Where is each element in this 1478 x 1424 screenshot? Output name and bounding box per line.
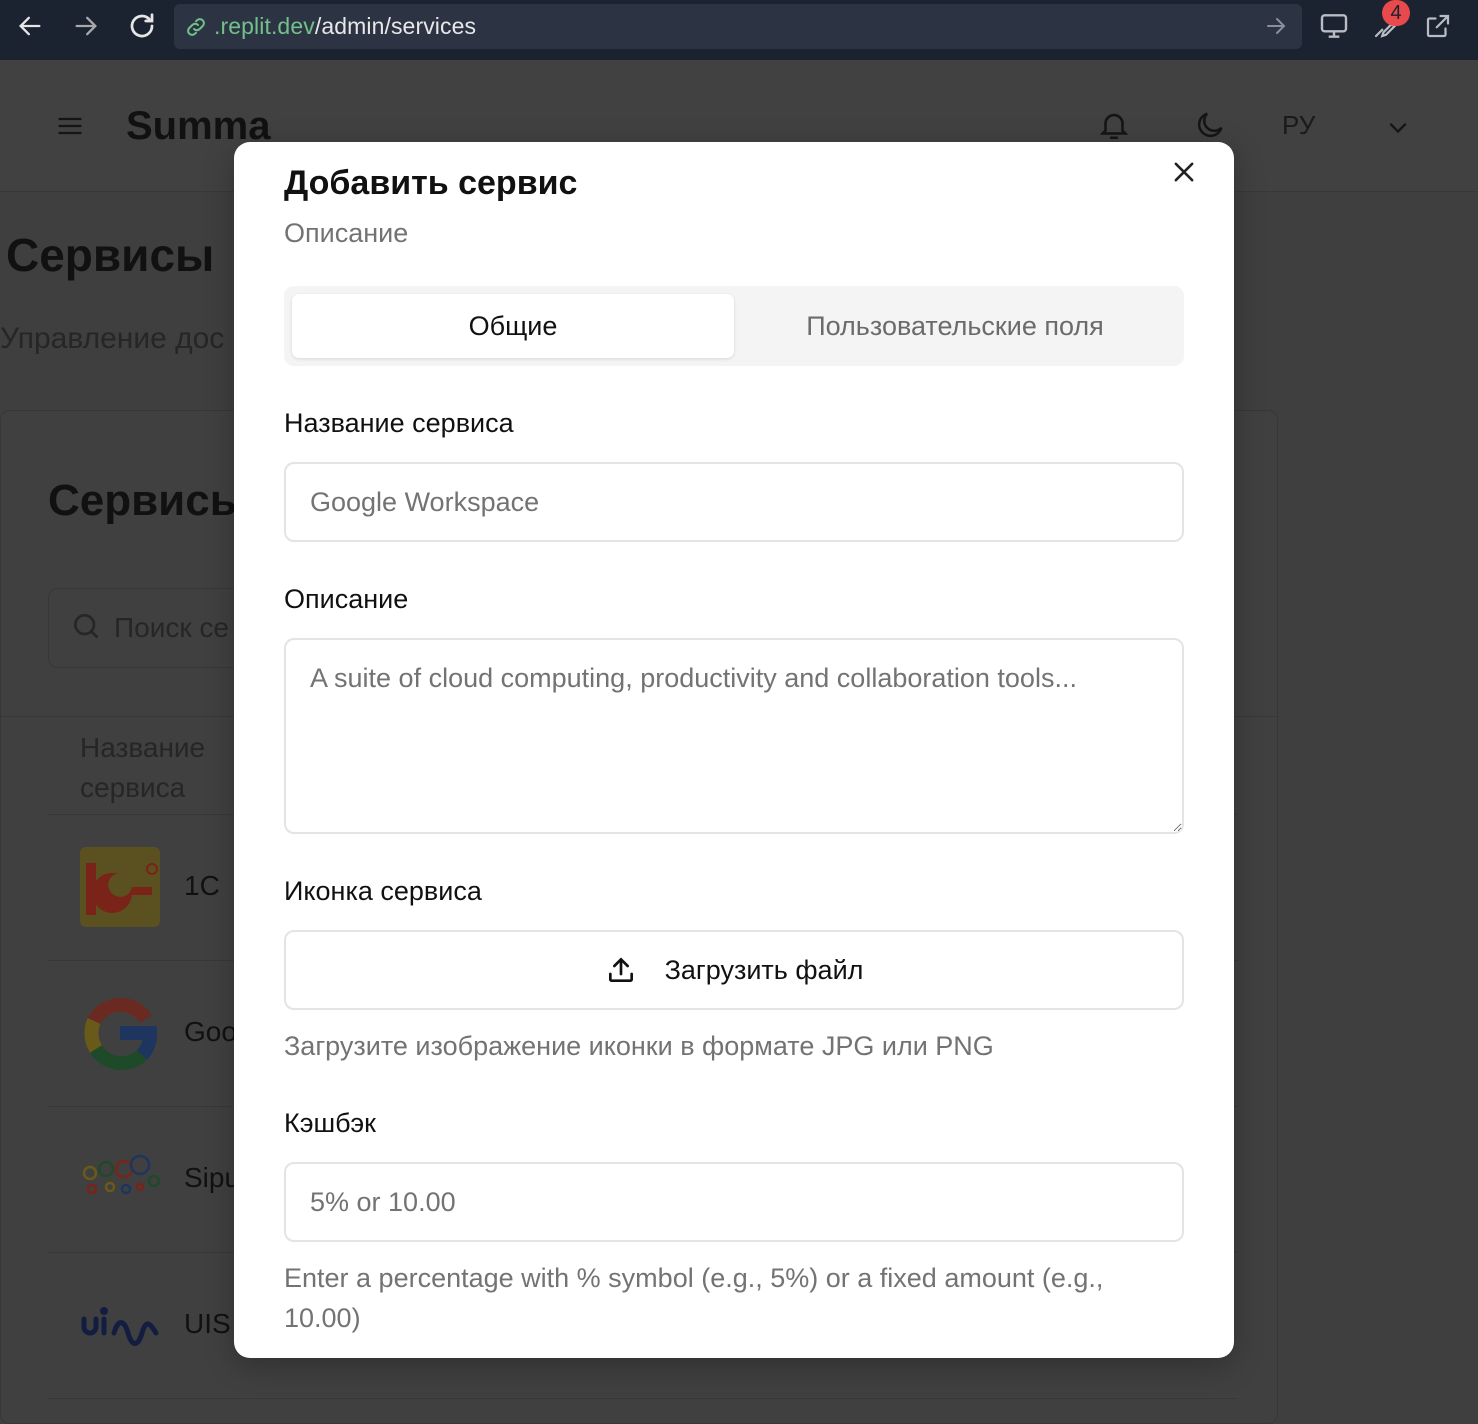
cashback-input[interactable] xyxy=(284,1162,1184,1242)
upload-file-label: Загрузить файл xyxy=(664,954,864,985)
card-title: Сервисы xyxy=(48,476,248,525)
cashback-label: Кэшбэк xyxy=(284,1108,376,1138)
add-service-dialog: Добавить сервис Описание Общие Пользоват… xyxy=(234,142,1234,1358)
arrow-right-icon xyxy=(75,16,97,36)
tab-custom-fields[interactable]: Пользовательские поля xyxy=(734,294,1176,358)
url-text: .replit.dev/admin/services xyxy=(214,13,476,40)
row-label: UIS xyxy=(184,1308,231,1339)
page-title: Сервисы xyxy=(6,229,215,281)
url-path: /admin/services xyxy=(314,13,477,39)
url-domain: .replit.dev xyxy=(214,13,315,39)
service-name-label: Название сервиса xyxy=(284,408,514,438)
sipuni-logo xyxy=(80,1139,161,1219)
bell-icon xyxy=(1099,113,1129,140)
back-button[interactable] xyxy=(12,8,48,44)
close-icon xyxy=(1174,162,1194,182)
link-icon xyxy=(187,17,205,36)
monitor-icon xyxy=(1320,14,1348,38)
browser-toolbar: .replit.dev/admin/services 4 xyxy=(0,0,1478,60)
language-select[interactable]: РУ xyxy=(1282,110,1315,141)
devices-button[interactable] xyxy=(1316,8,1352,44)
chevron-down-icon xyxy=(1389,123,1407,134)
tab-list: Общие Пользовательские поля xyxy=(284,286,1184,366)
service-icon-label: Иконка сервиса xyxy=(284,876,482,906)
cashback-hint: Enter a percentage with % symbol (e.g., … xyxy=(284,1263,1104,1333)
google-logo xyxy=(80,993,160,1073)
dialog-description: Описание xyxy=(284,218,409,248)
language-dropdown[interactable] xyxy=(1384,114,1412,147)
row-divider xyxy=(48,1398,1238,1399)
upload-icon xyxy=(608,957,633,982)
dialog-title: Добавить сервис xyxy=(284,164,578,202)
description-textarea[interactable] xyxy=(284,638,1184,834)
uis-logo xyxy=(80,1285,160,1365)
row-label: Goo xyxy=(184,1016,237,1047)
tools-badge: 4 xyxy=(1382,0,1410,26)
upload-file-button[interactable]: Загрузить файл xyxy=(284,930,1184,1010)
arrow-left-icon xyxy=(19,16,41,36)
row-label: Sipu xyxy=(184,1162,241,1193)
moon-icon xyxy=(1197,112,1223,138)
reload-icon xyxy=(130,13,154,38)
open-external-button[interactable] xyxy=(1420,8,1456,44)
forward-button[interactable] xyxy=(68,8,104,44)
search-icon xyxy=(70,610,102,647)
close-button[interactable] xyxy=(1164,152,1204,192)
go-button[interactable] xyxy=(1264,14,1288,43)
icon-hint: Загрузите изображение иконки в формате J… xyxy=(284,1031,994,1061)
arrow-right-icon xyxy=(1267,18,1286,34)
1c-logo xyxy=(80,847,160,927)
column-header-name: Название сервиса xyxy=(80,732,206,803)
tab-general[interactable]: Общие xyxy=(292,294,734,358)
external-link-icon xyxy=(1426,14,1450,38)
menu-button[interactable] xyxy=(56,112,84,145)
row-label: 1C xyxy=(184,870,220,901)
search-placeholder: Поиск се xyxy=(114,612,229,643)
service-name-input[interactable] xyxy=(284,462,1184,542)
address-bar[interactable]: .replit.dev/admin/services xyxy=(174,4,1302,49)
hamburger-icon xyxy=(58,117,82,135)
description-label: Описание xyxy=(284,584,409,614)
reload-button[interactable] xyxy=(124,8,160,44)
page-subtitle: Управление дос xyxy=(0,322,225,355)
